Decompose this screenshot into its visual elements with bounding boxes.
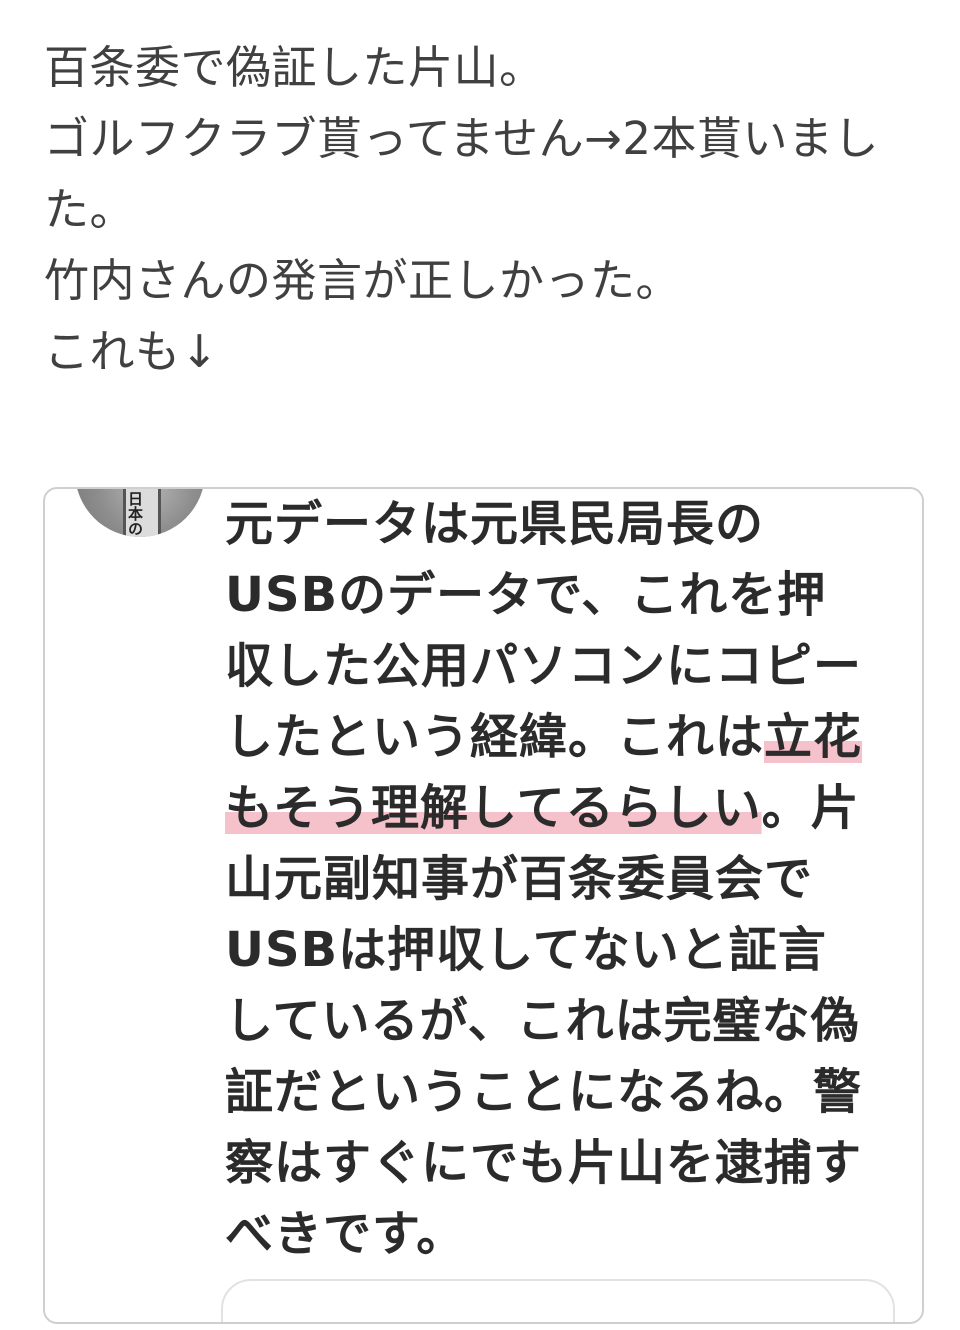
- nested-quote-card[interactable]: [221, 1279, 895, 1322]
- book-cover-avatar-icon[interactable]: 日本の: [75, 489, 205, 537]
- embedded-post-text: 元データは元県民局長の USBのデータで、これを押 収した公用パソコンにコピー …: [225, 489, 905, 1270]
- highlighted-text: もそう理解してるらしい: [225, 780, 762, 836]
- post-line: これも↓: [44, 325, 219, 378]
- quote-line: もそう理解してるらしい。片: [225, 780, 860, 836]
- quote-line: 察はすぐにでも片山を逮捕す: [225, 1135, 863, 1191]
- quote-line: したという経緯。これは立花: [225, 709, 863, 765]
- post-line: 百条委で偽証した片山。: [44, 41, 545, 94]
- post-text: 百条委で偽証した片山。 ゴルフクラブ貰ってません→2本貰いまし た。 竹内さんの…: [44, 32, 924, 387]
- quote-line: しているが、これは完璧な偽: [225, 993, 860, 1049]
- embedded-post-card[interactable]: 日本の 元データは元県民局長の USBのデータで、これを押 収した公用パソコンに…: [43, 487, 924, 1324]
- post-line: た。: [44, 183, 136, 236]
- quote-line: 収した公用パソコンにコピー: [225, 638, 863, 694]
- quote-line: 元データは元県民局長の: [225, 496, 765, 552]
- quote-line: USBのデータで、これを押: [225, 567, 827, 623]
- post-line: 竹内さんの発言が正しかった。: [44, 254, 682, 307]
- post-line: ゴルフクラブ貰ってません→2本貰いまし: [44, 112, 879, 165]
- highlighted-text: 立花: [764, 709, 863, 765]
- quote-line: USBは押収してないと証言: [225, 922, 827, 978]
- quote-line: べきです。: [225, 1206, 466, 1262]
- avatar-glyph-text: 日本の: [126, 491, 144, 536]
- quote-line: 山元副知事が百条委員会で: [225, 851, 814, 907]
- quote-line: 証だということになるね。警: [225, 1064, 863, 1120]
